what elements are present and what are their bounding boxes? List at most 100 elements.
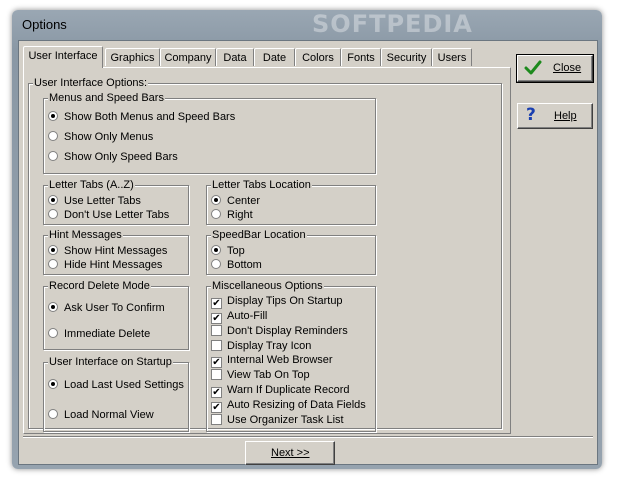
checkbox-display-tips-box[interactable]: ✔ (211, 298, 222, 309)
checkbox-use-organizer-task-list-box[interactable] (211, 414, 222, 425)
radio-button[interactable] (48, 302, 58, 312)
radio-button[interactable] (48, 209, 58, 219)
tab-fonts[interactable]: Fonts (341, 48, 381, 66)
radio-button[interactable] (211, 259, 221, 269)
next-button-label: Next >> (271, 447, 310, 459)
checkbox-label: Don't Display Reminders (227, 325, 348, 337)
radio-label: Load Last Used Settings (64, 379, 184, 391)
close-button[interactable]: Close (516, 54, 594, 83)
radio-ask-user-to-confirm[interactable]: Ask User To Confirm (48, 301, 165, 315)
radio-label: Right (227, 209, 253, 221)
checkbox-internal-web-browser[interactable]: ✔ Internal Web Browser (211, 353, 333, 368)
window-title: Options (22, 17, 67, 32)
radio-load-normal-view[interactable]: Load Normal View (48, 408, 154, 422)
radio-load-last-used-settings[interactable]: Load Last Used Settings (48, 378, 184, 392)
record-delete-mode-group: Record Delete Mode Ask User To Confirm I… (43, 280, 189, 350)
radio-button[interactable] (48, 131, 58, 141)
dialog-client-area: User Interface Graphics Company Data Dat… (18, 40, 598, 465)
radio-button[interactable] (211, 195, 221, 205)
radio-label: Top (227, 245, 245, 257)
radio-button[interactable] (48, 328, 58, 338)
tab-graphics[interactable]: Graphics (105, 48, 160, 66)
close-button-label: Close (553, 62, 582, 74)
radio-bottom[interactable]: Bottom (211, 258, 262, 272)
speedbar-location-label: SpeedBar Location (211, 229, 307, 241)
tab-colors[interactable]: Colors (295, 48, 341, 66)
checkbox-display-tray-icon-box[interactable] (211, 340, 222, 351)
radio-label: Show Both Menus and Speed Bars (64, 111, 236, 123)
radio-button[interactable] (48, 259, 58, 269)
radio-center[interactable]: Center (211, 194, 260, 208)
radio-button[interactable] (211, 209, 221, 219)
radio-label: Hide Hint Messages (64, 259, 163, 271)
checkbox-label: Display Tray Icon (227, 340, 312, 352)
miscellaneous-options-group: Miscellaneous Options ✔ Display Tips On S… (206, 280, 376, 432)
radio-use-letter-tabs[interactable]: Use Letter Tabs (48, 194, 141, 208)
radio-immediate-delete[interactable]: Immediate Delete (48, 327, 150, 341)
checkbox-warn-duplicate[interactable]: ✔ Warn If Duplicate Record (211, 383, 350, 398)
checkbox-dont-display-reminders-box[interactable] (211, 325, 222, 336)
letter-tabs-location-label: Letter Tabs Location (211, 179, 312, 191)
radio-button[interactable] (48, 379, 58, 389)
radio-button[interactable] (48, 151, 58, 161)
checkbox-label: Auto Resizing of Data Fields (227, 399, 366, 411)
tab-company[interactable]: Company (160, 48, 216, 66)
title-bar[interactable]: Options SOFTPEDIA (12, 10, 602, 40)
checkbox-warn-duplicate-box[interactable]: ✔ (211, 387, 222, 398)
radio-show-only-menus[interactable]: Show Only Menus (48, 130, 153, 144)
user-interface-options-label: User Interface Options: (33, 77, 149, 89)
radio-show-hint-messages[interactable]: Show Hint Messages (48, 244, 167, 258)
letter-tabs-group: Letter Tabs (A..Z) Use Letter Tabs Don't… (43, 179, 189, 225)
radio-label: Load Normal View (64, 409, 154, 421)
startup-label: User Interface on Startup (48, 356, 173, 368)
radio-button[interactable] (48, 245, 58, 255)
tab-user-interface[interactable]: User Interface (23, 46, 103, 68)
checkbox-label: Auto-Fill (227, 310, 268, 322)
radio-button[interactable] (48, 409, 58, 419)
radio-label: Bottom (227, 259, 262, 271)
tab-security[interactable]: Security (381, 48, 432, 66)
radio-top[interactable]: Top (211, 244, 245, 258)
checkbox-auto-fill-box[interactable]: ✔ (211, 313, 222, 324)
options-dialog: Options SOFTPEDIA User Interface Graphic… (12, 10, 602, 469)
radio-label: Ask User To Confirm (64, 302, 165, 314)
question-mark-icon: ? (526, 105, 536, 125)
radio-label: Show Hint Messages (64, 245, 168, 257)
tab-date[interactable]: Date (254, 48, 295, 66)
tab-data[interactable]: Data (216, 48, 254, 66)
checkmark-icon (524, 60, 542, 75)
checkbox-use-organizer-task-list[interactable]: Use Organizer Task List (211, 413, 344, 427)
radio-hide-hint-messages[interactable]: Hide Hint Messages (48, 258, 162, 272)
menus-speedbars-group: Menus and Speed Bars Show Both Menus and… (43, 92, 376, 174)
checkbox-display-tray-icon[interactable]: Display Tray Icon (211, 339, 311, 353)
miscellaneous-options-label: Miscellaneous Options (211, 280, 324, 292)
checkbox-dont-display-reminders[interactable]: Don't Display Reminders (211, 324, 348, 338)
checkbox-label: Warn If Duplicate Record (227, 384, 350, 396)
hint-messages-group: Hint Messages Show Hint Messages Hide Hi… (43, 229, 189, 275)
checkbox-label: Internal Web Browser (227, 354, 333, 366)
help-button[interactable]: ? Help (517, 103, 593, 129)
radio-dont-use-letter-tabs[interactable]: Don't Use Letter Tabs (48, 208, 169, 222)
checkbox-label: View Tab On Top (227, 369, 310, 381)
radio-show-only-speed-bars[interactable]: Show Only Speed Bars (48, 150, 178, 164)
checkbox-auto-resizing-box[interactable]: ✔ (211, 402, 222, 413)
checkbox-display-tips[interactable]: ✔ Display Tips On Startup (211, 294, 343, 309)
radio-button[interactable] (48, 195, 58, 205)
letter-tabs-label: Letter Tabs (A..Z) (48, 179, 135, 191)
radio-show-both[interactable]: Show Both Menus and Speed Bars (48, 110, 235, 124)
radio-label: Use Letter Tabs (64, 195, 141, 207)
menus-speedbars-label: Menus and Speed Bars (48, 92, 165, 104)
tab-users[interactable]: Users (432, 48, 472, 66)
radio-button[interactable] (211, 245, 221, 255)
checkbox-auto-resizing[interactable]: ✔ Auto Resizing of Data Fields (211, 398, 366, 413)
next-button[interactable]: Next >> (245, 441, 335, 465)
checkbox-auto-fill[interactable]: ✔ Auto-Fill (211, 309, 268, 324)
radio-label: Center (227, 195, 261, 207)
radio-right[interactable]: Right (211, 208, 253, 222)
radio-label: Immediate Delete (64, 328, 151, 340)
checkbox-view-tab-on-top-box[interactable] (211, 369, 222, 380)
checkbox-internal-web-browser-box[interactable]: ✔ (211, 357, 222, 368)
checkbox-view-tab-on-top[interactable]: View Tab On Top (211, 368, 310, 382)
radio-button[interactable] (48, 111, 58, 121)
speedbar-location-group: SpeedBar Location Top Bottom (206, 229, 376, 275)
